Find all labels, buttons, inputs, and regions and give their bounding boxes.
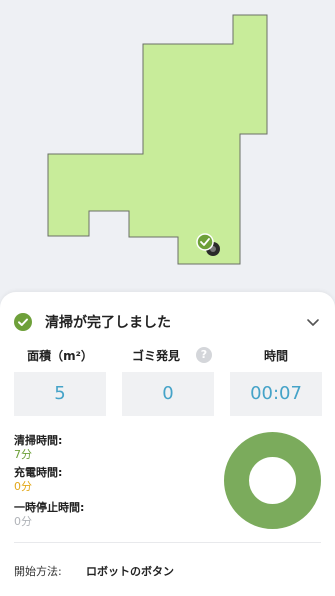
check-circle-icon (14, 313, 32, 331)
time-label: 時間 (263, 349, 288, 363)
start-method-label: 開始方法: (14, 565, 62, 578)
time-breakdown-donut (224, 432, 321, 529)
debris-label: ゴミ発見 (132, 349, 181, 363)
time-value: 00:07 (230, 372, 322, 416)
cleaning-map[interactable] (0, 0, 335, 300)
debris-value: 0 (122, 372, 214, 416)
status-text: 清掃が完了しました (45, 315, 171, 331)
cleaning-summary-sheet: 清掃が完了しました 面積（m²） ゴミ発見 ? 時間 5 0 00:07 清掃時… (0, 292, 335, 596)
area-value: 5 (14, 372, 106, 416)
area-label: 面積（m²） (27, 349, 93, 363)
summary-header[interactable]: 清掃が完了しました (14, 311, 321, 335)
chevron-down-icon[interactable] (305, 314, 321, 330)
cleaning-time-value: 7分 (14, 448, 32, 461)
dock-check-icon (196, 233, 214, 251)
cleaned-area (47, 14, 268, 265)
map-floor-plan (47, 14, 268, 265)
help-icon[interactable]: ? (196, 347, 212, 363)
start-method-value: ロボットのボタン (86, 565, 174, 578)
pause-time-value: 0分 (14, 515, 32, 528)
charging-time-value: 0分 (14, 480, 32, 493)
divider (14, 542, 321, 543)
cleaning-time-segment (224, 432, 321, 529)
